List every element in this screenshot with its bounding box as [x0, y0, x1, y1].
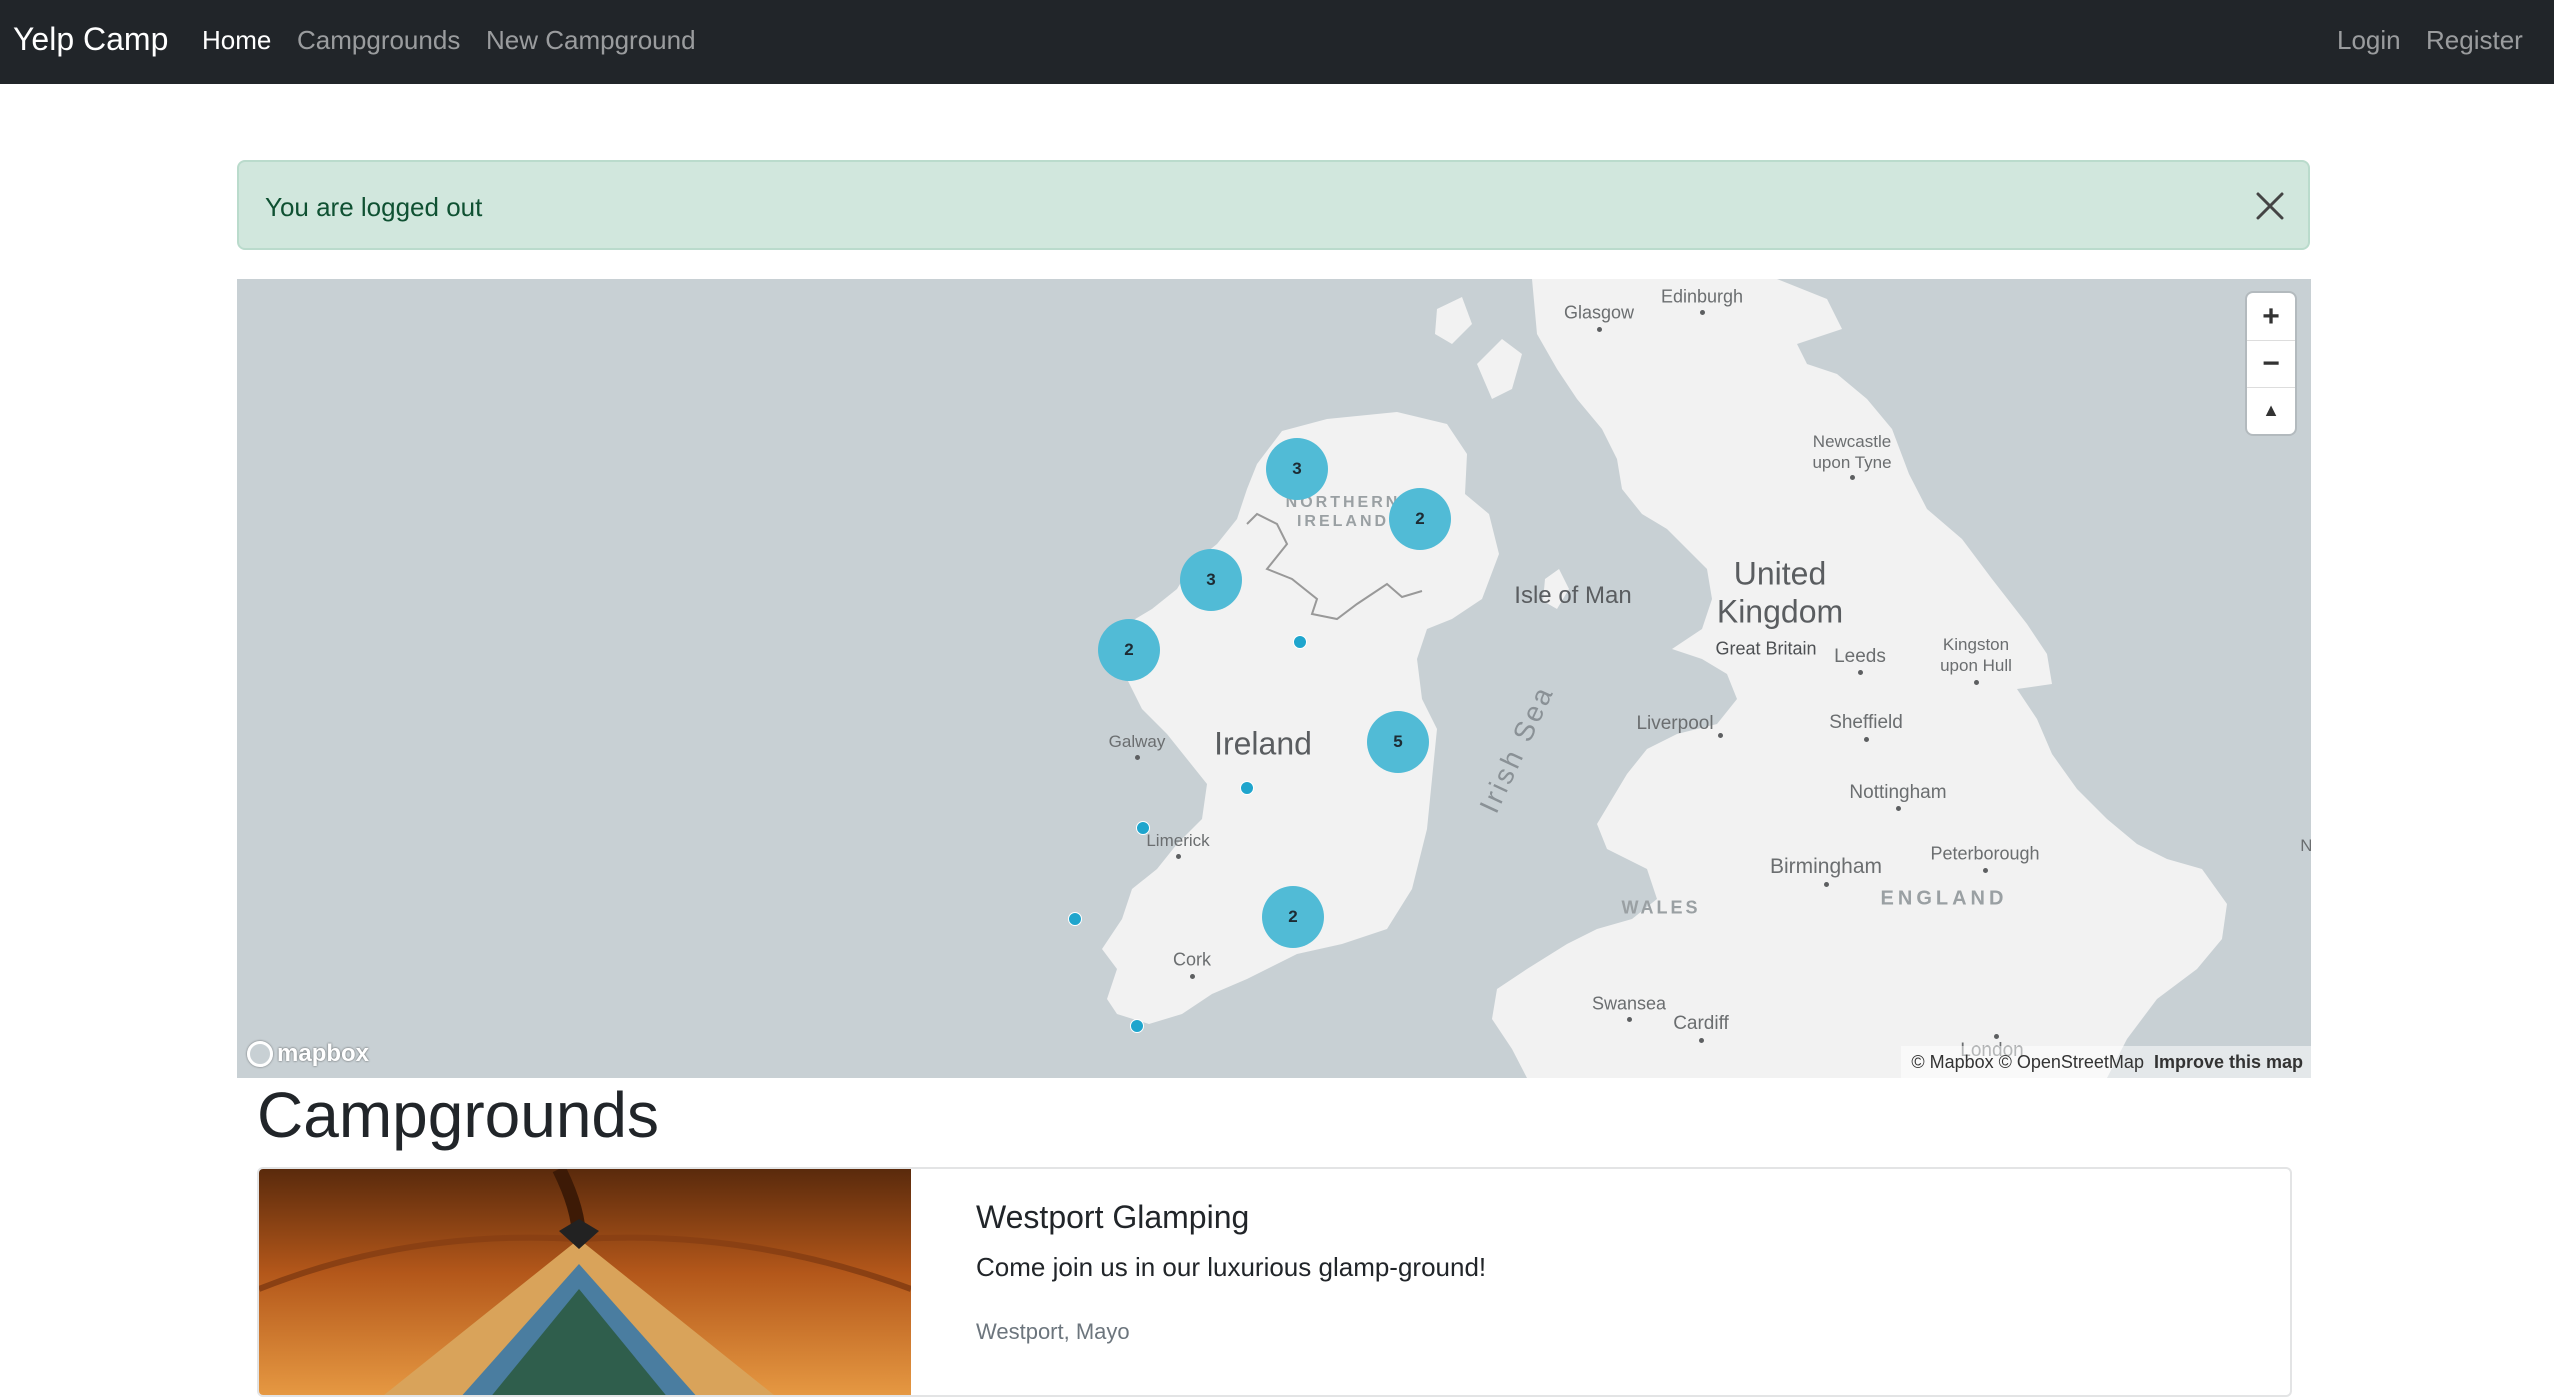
label-nottingham: Nottingham — [1849, 782, 1947, 803]
label-great-britain: Great Britain — [1715, 638, 1817, 659]
nav-campgrounds[interactable]: Campgrounds — [297, 25, 460, 56]
label-galway: Galway — [1108, 732, 1166, 751]
nav-home[interactable]: Home — [202, 25, 271, 56]
city-dot — [1699, 1038, 1704, 1043]
campground-image — [259, 1169, 911, 1395]
label-norwich: Norwich — [2300, 836, 2311, 855]
navbar: Yelp Camp Home Campgrounds New Campgroun… — [0, 0, 2554, 84]
city-dot — [1974, 680, 1979, 685]
cluster-marker[interactable]: 5 — [1367, 711, 1429, 773]
cluster-marker[interactable]: 2 — [1389, 488, 1451, 550]
tent-photo — [259, 1169, 911, 1395]
city-dot — [1896, 806, 1901, 811]
label-leeds: Leeds — [1834, 646, 1886, 667]
city-dot — [1718, 733, 1723, 738]
mapbox-logo-text: mapbox — [277, 1040, 370, 1067]
label-england: ENGLAND — [1880, 887, 2008, 910]
nav-new-campground[interactable]: New Campground — [486, 25, 696, 56]
map-basemap — [1102, 279, 2227, 1078]
label-kingston-2: upon Hull — [1940, 656, 2012, 675]
mapbox-logo[interactable]: mapbox — [247, 1040, 369, 1068]
label-isle-of-man: Isle of Man — [1514, 582, 1632, 609]
label-cardiff: Cardiff — [1673, 1013, 1729, 1034]
cluster-marker[interactable]: 2 — [1262, 886, 1324, 948]
campground-point[interactable] — [1130, 1019, 1144, 1033]
cluster-map[interactable]: Glasgow Edinburgh Newcastle upon Tyne NO… — [237, 279, 2311, 1078]
label-peterborough: Peterborough — [1930, 843, 2040, 864]
city-dot — [1627, 1017, 1632, 1022]
cluster-marker[interactable]: 3 — [1266, 438, 1328, 500]
label-kingdom: Kingdom — [1716, 593, 1844, 630]
map-attribution: © Mapbox © OpenStreetMap Improve this ma… — [1901, 1046, 2311, 1078]
label-ireland: Ireland — [1214, 725, 1312, 762]
label-limerick: Limerick — [1146, 831, 1210, 850]
alert-message: You are logged out — [265, 192, 483, 222]
label-glasgow: Glasgow — [1563, 302, 1635, 323]
label-united: United — [1733, 555, 1827, 592]
city-dot — [1190, 974, 1195, 979]
campground-name[interactable]: Westport Glamping — [976, 1199, 1249, 1236]
label-sheffield: Sheffield — [1829, 712, 1903, 733]
mapbox-logo-icon — [247, 1041, 273, 1067]
label-kingston: Kingston — [1942, 635, 2010, 654]
city-dot — [1983, 868, 1988, 873]
nav-login[interactable]: Login — [2337, 25, 2401, 56]
city-dot — [1994, 1034, 1999, 1039]
page-title: Campgrounds — [257, 1079, 659, 1151]
campground-description: Come join us in our luxurious glamp-grou… — [976, 1252, 1487, 1282]
scottish-isles — [1477, 339, 1522, 399]
attribution-text[interactable]: © Mapbox © OpenStreetMap — [1911, 1052, 2144, 1073]
campground-location: Westport, Mayo — [976, 1319, 1130, 1344]
great-britain-landmass — [1492, 279, 2227, 1078]
brand-link[interactable]: Yelp Camp — [13, 21, 168, 58]
cluster-marker[interactable]: 3 — [1180, 549, 1242, 611]
map-navigation-control: + − ▲ — [2247, 293, 2295, 434]
label-liverpool: Liverpool — [1636, 713, 1714, 734]
improve-map-link[interactable]: Improve this map — [2154, 1052, 2303, 1073]
city-dot — [1858, 670, 1863, 675]
close-icon[interactable] — [2256, 192, 2284, 220]
label-wales: WALES — [1621, 897, 1701, 918]
label-cork: Cork — [1172, 949, 1212, 970]
flash-alert: You are logged out — [237, 160, 2310, 250]
label-birmingham: Birmingham — [1769, 855, 1883, 878]
zoom-in-button[interactable]: + — [2247, 293, 2295, 340]
zoom-out-button[interactable]: − — [2247, 340, 2295, 387]
label-newcastle-2: upon Tyne — [1812, 453, 1892, 472]
label-swansea: Swansea — [1591, 993, 1667, 1014]
nav-register[interactable]: Register — [2426, 25, 2523, 56]
compass-icon[interactable]: ▲ — [2247, 387, 2295, 434]
cluster-marker[interactable]: 2 — [1098, 619, 1160, 681]
label-edinburgh: Edinburgh — [1660, 286, 1744, 307]
city-dot — [1850, 475, 1855, 480]
campground-point[interactable] — [1240, 781, 1254, 795]
city-dot — [1135, 755, 1140, 760]
campground-card: Westport Glamping Come join us in our lu… — [257, 1167, 2292, 1397]
city-dot — [1824, 882, 1829, 887]
city-dot — [1864, 737, 1869, 742]
scottish-isles-2 — [1435, 297, 1472, 344]
campground-point[interactable] — [1293, 635, 1307, 649]
campground-point[interactable] — [1068, 912, 1082, 926]
label-newcastle: Newcastle — [1812, 432, 1892, 451]
campground-point[interactable] — [1136, 821, 1150, 835]
city-dot — [1700, 310, 1705, 315]
label-northern-ireland-2: IRELAND — [1296, 513, 1390, 530]
city-dot — [1176, 854, 1181, 859]
city-dot — [1597, 327, 1602, 332]
